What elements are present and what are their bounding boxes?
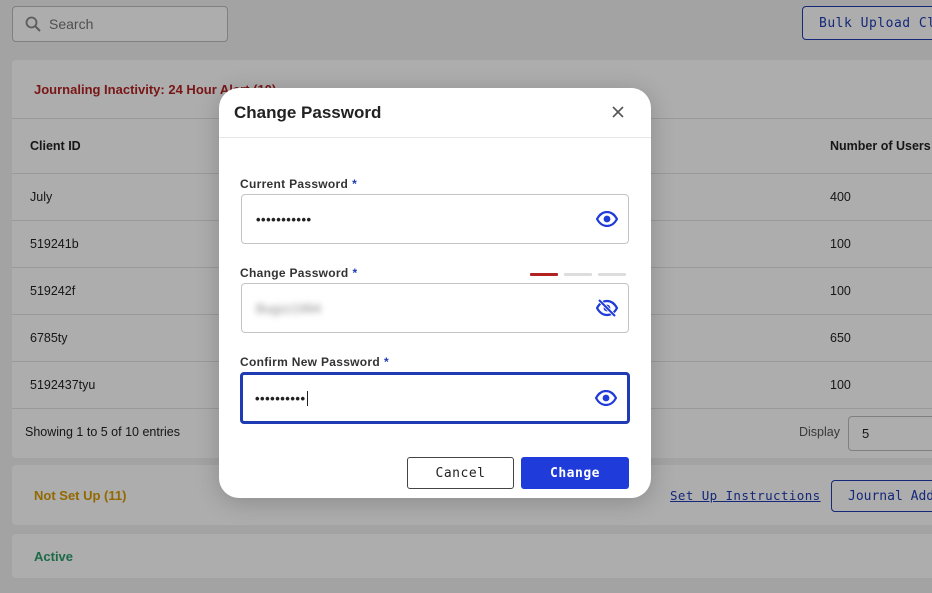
modal-header: Change Password — [219, 88, 651, 138]
eye-icon[interactable] — [595, 390, 617, 406]
confirm-password-label: Confirm New Password * — [240, 355, 390, 369]
password-strength-meter — [530, 273, 626, 276]
close-icon[interactable] — [611, 105, 625, 119]
confirm-password-field[interactable]: •••••••••• — [240, 372, 630, 424]
change-password-label: Change Password * — [240, 266, 358, 280]
strength-bar — [598, 273, 626, 276]
change-password-value: Bugzz1994 — [256, 300, 322, 316]
confirm-password-value: •••••••••• — [255, 390, 306, 406]
change-button[interactable]: Change — [521, 457, 629, 489]
cancel-button[interactable]: Cancel — [407, 457, 514, 489]
eye-icon[interactable] — [596, 211, 618, 227]
current-password-value: ••••••••••• — [256, 211, 312, 227]
eye-slash-icon[interactable] — [596, 299, 618, 317]
change-password-modal: Change Password Current Password * ••••••… — [219, 88, 651, 498]
strength-bar — [564, 273, 592, 276]
text-cursor — [306, 390, 308, 406]
current-password-label: Current Password * — [240, 177, 358, 191]
change-password-field[interactable]: Bugzz1994 — [241, 283, 629, 333]
strength-bar — [530, 273, 558, 276]
current-password-field[interactable]: ••••••••••• — [241, 194, 629, 244]
modal-title: Change Password — [234, 103, 382, 122]
